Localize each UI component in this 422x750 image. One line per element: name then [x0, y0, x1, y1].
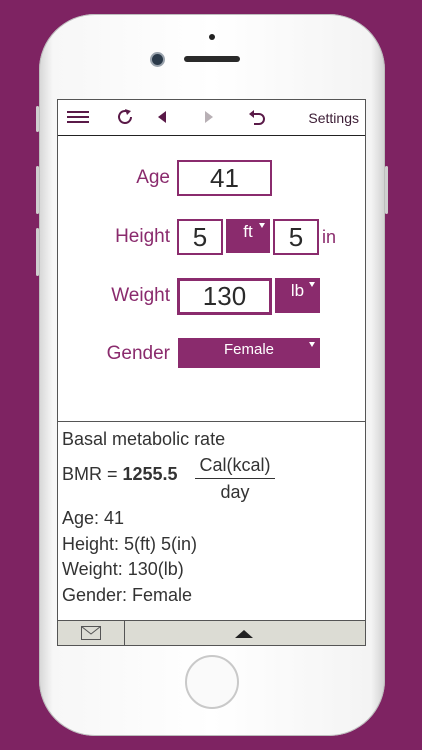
weight-input[interactable]: 130 — [177, 278, 272, 315]
height-feet-input[interactable]: 5 — [177, 219, 223, 255]
height-feet-unit-dropdown[interactable]: ft — [226, 219, 270, 253]
gender-value: Female — [223, 341, 275, 358]
earpiece-speaker — [184, 56, 240, 62]
height-inches-unit: in — [322, 227, 337, 247]
mail-icon — [81, 626, 101, 640]
bottom-bar — [58, 620, 365, 645]
volume-up-button — [36, 166, 39, 214]
height-label: Height — [115, 226, 170, 247]
front-camera — [152, 54, 163, 65]
age-label: Age — [136, 167, 170, 188]
height-feet-unit: ft — [243, 222, 253, 241]
settings-button[interactable]: Settings — [308, 110, 359, 126]
bmr-result: BMR = 1255.5 — [62, 464, 178, 485]
result-gender: Gender: Female — [62, 585, 193, 605]
proximity-sensor — [209, 34, 215, 40]
result-weight: Weight: 130(lb) — [62, 559, 184, 579]
height-inches-input[interactable]: 5 — [273, 219, 319, 255]
mute-switch — [36, 106, 39, 132]
bmr-unit-numerator: Cal(kcal) — [199, 455, 271, 475]
triangle-up-icon[interactable] — [235, 630, 253, 638]
power-button — [385, 166, 388, 214]
mail-button[interactable] — [58, 621, 125, 645]
refresh-icon[interactable] — [113, 106, 137, 128]
home-button[interactable] — [185, 655, 239, 709]
result-age: Age: 41 — [62, 508, 125, 528]
bmr-unit-denominator: day — [220, 482, 250, 502]
weight-label: Weight — [111, 285, 170, 306]
result-height: Height: 5(ft) 5(in) — [62, 534, 198, 554]
volume-down-button — [36, 228, 39, 276]
gender-dropdown[interactable]: Female — [178, 338, 320, 368]
chevron-down-icon — [309, 282, 315, 287]
bmr-prefix: BMR = — [62, 464, 123, 484]
toolbar: Settings — [58, 100, 365, 136]
bmr-value: 1255.5 — [122, 464, 178, 484]
gender-label: Gender — [106, 343, 170, 364]
triangle-left-icon[interactable] — [154, 106, 170, 128]
chevron-down-icon — [259, 223, 265, 228]
hamburger-menu-icon[interactable] — [66, 106, 90, 128]
weight-unit-dropdown[interactable]: lb — [275, 278, 320, 313]
weight-unit: lb — [290, 281, 305, 300]
results-heading: Basal metabolic rate — [62, 429, 226, 449]
undo-icon[interactable] — [246, 106, 268, 128]
triangle-right-icon[interactable] — [201, 106, 217, 128]
chevron-down-icon — [309, 342, 315, 347]
section-divider — [58, 421, 365, 422]
app-screen: Settings Age 41 Height 5 ft 5 in Weight … — [57, 99, 366, 646]
fraction-bar — [195, 478, 275, 479]
age-input[interactable]: 41 — [177, 160, 272, 196]
